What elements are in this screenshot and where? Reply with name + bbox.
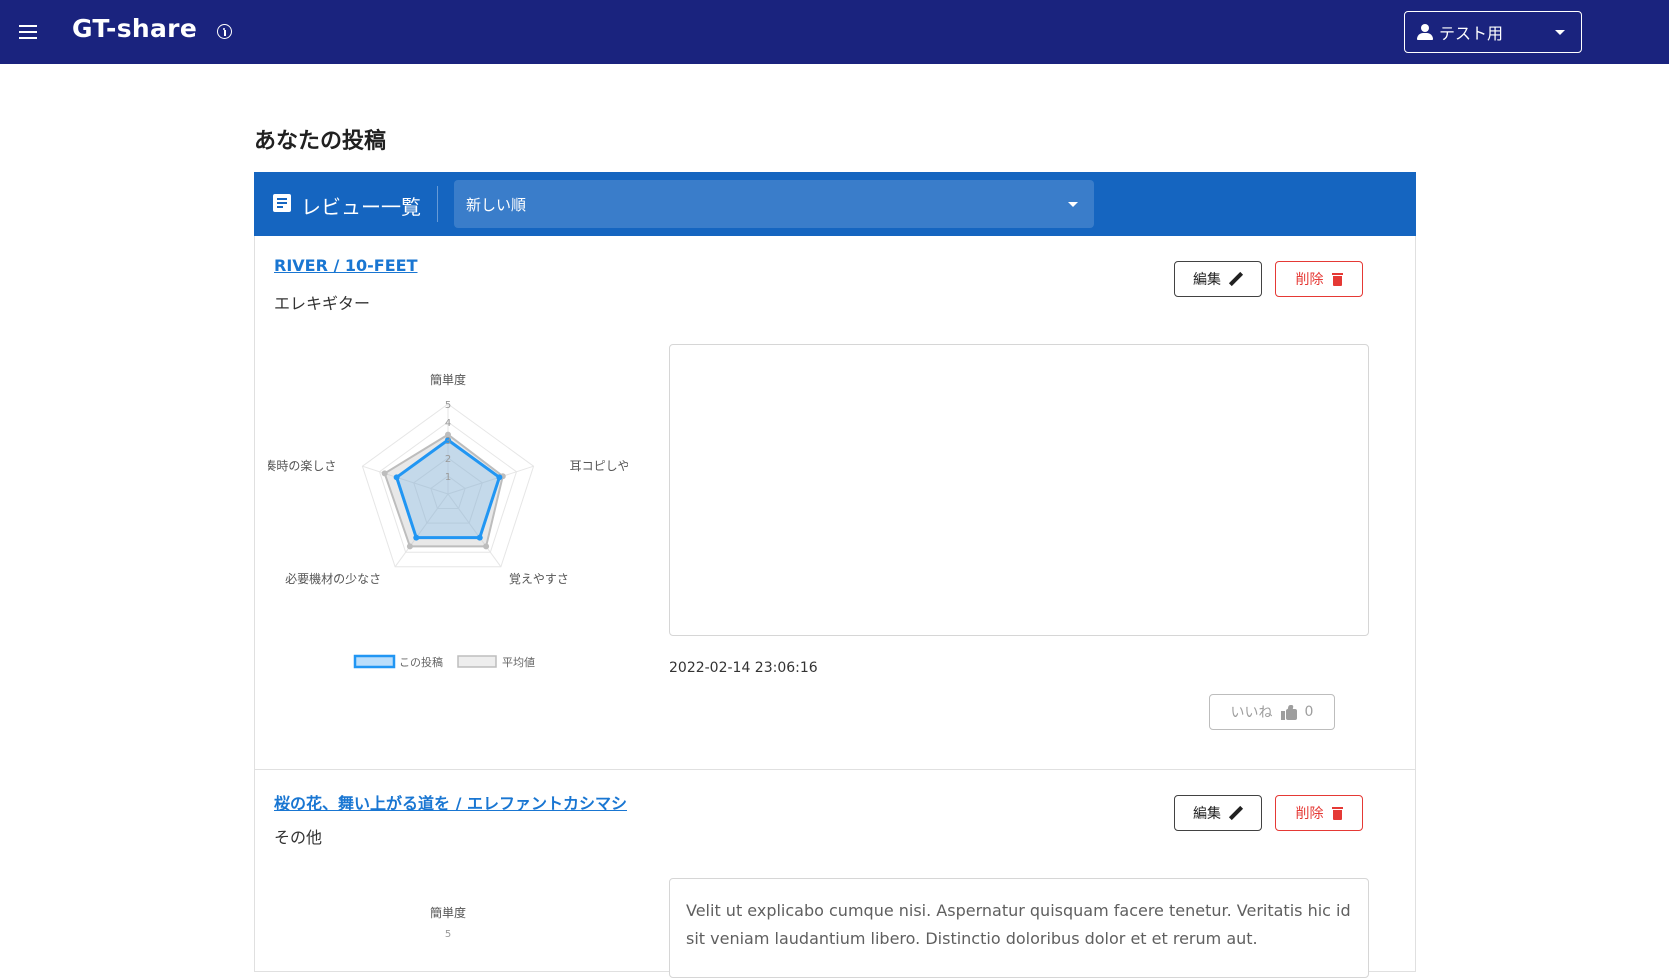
edit-button-label: 編集	[1193, 806, 1221, 822]
edit-button[interactable]: 編集	[1174, 795, 1262, 831]
person-icon	[1417, 24, 1433, 40]
chevron-down-icon	[1555, 30, 1565, 35]
legend-label-this-post: この投稿	[399, 655, 443, 669]
user-select-label: テスト用	[1439, 24, 1504, 43]
thumb-up-icon	[1280, 704, 1297, 720]
review-list-toolbar: レビュー一覧 新しい順	[254, 172, 1416, 236]
info-icon[interactable]	[217, 24, 232, 39]
instrument-label: その他	[274, 828, 323, 847]
delete-button-label: 削除	[1295, 806, 1324, 822]
like-button[interactable]: いいね 0	[1209, 694, 1335, 730]
radar-chart: 簡単度 5	[430, 905, 466, 940]
document-list-icon	[273, 194, 291, 212]
radar-chart: 簡単度耳コピしやすさ覚えやすさ 必要機材の少なさ 演奏時の楽しさ 1 2 3 4 5 この投…	[268, 372, 628, 669]
legend-label-average: 平均値	[502, 656, 535, 669]
page-title: あなたの投稿	[254, 129, 387, 154]
sort-order-value: 新しい順	[466, 196, 527, 214]
review-divider	[254, 769, 1416, 770]
radar-axis-label: 耳コピしやすさ	[570, 459, 628, 473]
sort-order-select[interactable]: 新しい順	[454, 180, 1094, 228]
radar-axis-label: 必要機材の少なさ	[285, 571, 381, 586]
legend-swatch-this-post	[353, 654, 396, 669]
legend-swatch-average	[457, 655, 497, 668]
radar-axis-label: 演奏時の楽しさ	[268, 458, 336, 473]
like-count: 0	[1304, 704, 1314, 720]
toolbar-title: レビュー一覧	[301, 195, 421, 219]
user-select[interactable]: テスト用	[1404, 11, 1582, 53]
radar-tick-label: 4	[445, 418, 451, 429]
radar-axis-label: 簡単度	[430, 905, 466, 920]
radar-point	[413, 534, 420, 541]
radar-tick-label: 1	[445, 472, 451, 483]
pencil-icon	[1229, 806, 1243, 820]
like-button-label: いいね	[1230, 705, 1273, 721]
radar-point	[393, 474, 400, 481]
radar-legend: この投稿 平均値	[353, 654, 535, 669]
song-link[interactable]: RIVER / 10-FEET	[274, 256, 418, 275]
radar-series	[381, 431, 506, 550]
radar-point	[496, 474, 503, 481]
radar-point	[381, 470, 388, 477]
trash-icon	[1331, 272, 1343, 286]
radar-tick-label: 2	[445, 454, 451, 465]
radar-axis-label: 覚えやすさ	[509, 572, 569, 586]
radar-tick-label: 3	[445, 436, 451, 447]
pencil-icon	[1229, 272, 1243, 286]
song-link[interactable]: 桜の花、舞い上がる道を / エレファントカシマシ	[274, 790, 627, 814]
delete-button[interactable]: 削除	[1275, 795, 1363, 831]
toolbar-divider	[437, 186, 438, 222]
radar-tick-label: 5	[445, 400, 451, 411]
timestamp: 2022-02-14 23:06:16	[669, 660, 818, 676]
radar-point	[406, 543, 413, 550]
delete-button-label: 削除	[1295, 272, 1324, 288]
comment-box	[669, 344, 1369, 636]
app-title[interactable]: GT-share	[72, 14, 197, 43]
menu-icon[interactable]	[14, 18, 42, 46]
radar-point	[483, 543, 490, 550]
radar-point	[476, 534, 483, 541]
comment-box: Velit ut explicabo cumque nisi. Aspernat…	[669, 878, 1369, 978]
radar-tick-label: 5	[445, 929, 451, 940]
app-bar: GT-share テスト用	[0, 0, 1669, 64]
radar-axis-label: 簡単度	[430, 372, 466, 387]
delete-button[interactable]: 削除	[1275, 261, 1363, 297]
chevron-down-icon	[1068, 202, 1078, 207]
edit-button[interactable]: 編集	[1174, 261, 1262, 297]
trash-icon	[1331, 806, 1343, 820]
instrument-label: エレキギター	[274, 294, 371, 313]
edit-button-label: 編集	[1193, 272, 1221, 288]
